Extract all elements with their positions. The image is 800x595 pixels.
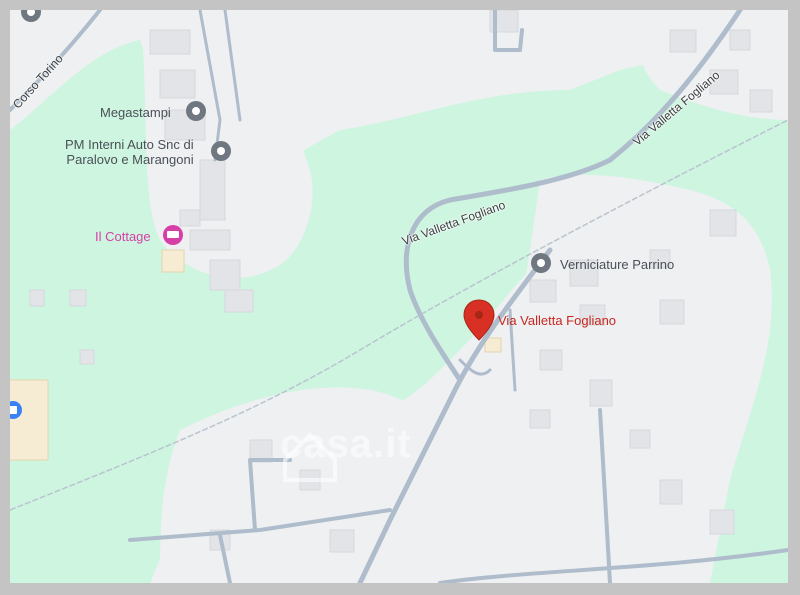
yellow-building-left [10,379,49,461]
il-cottage-building [161,249,185,273]
poi-label-il-cottage[interactable]: Il Cottage [95,229,151,244]
yellow-building-pin [484,337,502,353]
poi-label-pm-interni[interactable]: PM Interni Auto Snc di Paralovo e Marang… [65,137,194,167]
verniciature-parrino-icon [531,253,551,273]
watermark-text: casa.it [280,422,412,466]
il-cottage-icon [163,225,183,245]
map-frame[interactable]: Corso Torino Via Valletta Fogliano Via V… [10,10,788,583]
pin-label[interactable]: Via Valletta Fogliano [498,313,616,328]
top-left-poi-icon [21,10,41,22]
map-canvas[interactable] [10,10,788,583]
poi-label-verniciature-parrino[interactable]: Verniciature Parrino [560,257,674,272]
pm-interni-icon [211,141,231,161]
poi-label-megastampi[interactable]: Megastampi [100,105,171,120]
megastampi-icon [186,101,206,121]
